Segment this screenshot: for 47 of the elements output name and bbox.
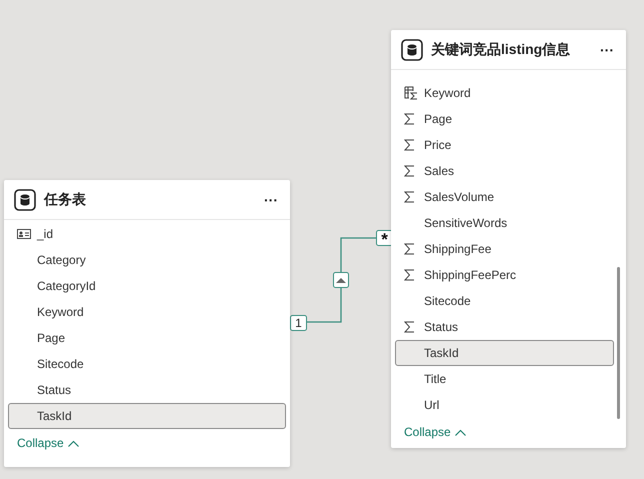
field-row[interactable]: Sitecode xyxy=(8,351,286,377)
field-row[interactable]: Keyword xyxy=(8,299,286,325)
field-row[interactable]: TaskId xyxy=(8,403,286,429)
database-icon xyxy=(14,188,36,210)
field-row[interactable]: Page xyxy=(395,106,614,132)
chevron-up-icon xyxy=(454,428,466,436)
sigma-icon xyxy=(404,269,415,281)
sigma-icon xyxy=(404,191,415,203)
field-row[interactable]: Price xyxy=(395,132,614,158)
field-row[interactable]: CategoryId xyxy=(8,273,286,299)
table-card[interactable]: 关键词竞品listing信息 ··· Keyword Page Price Sales SalesVolume SensitiveWords ShippingFee ShippingFeePerc Sitecode Status TaskId Title Url Collapse xyxy=(391,30,626,448)
relationship-line[interactable] xyxy=(306,237,377,323)
field-row[interactable]: _id xyxy=(8,221,286,247)
field-row[interactable]: Page xyxy=(8,325,286,351)
table-title: 关键词竞品listing信息 xyxy=(431,40,572,59)
sigma-icon xyxy=(404,139,415,151)
field-row[interactable]: Status xyxy=(395,314,614,340)
field-row[interactable]: ShippingFee xyxy=(395,236,614,262)
sigma-icon xyxy=(404,165,415,177)
cardinality-label: 1 xyxy=(290,315,307,331)
field-row[interactable]: Category xyxy=(8,247,286,273)
collapse-link[interactable]: Collapse xyxy=(404,423,466,441)
table-card[interactable]: 任务表 ··· _id Category CategoryId Keyword Page Sitecode Status TaskId Collapse xyxy=(4,180,290,467)
field-row[interactable]: Title xyxy=(395,366,614,392)
collapse-link[interactable]: Collapse xyxy=(17,434,79,452)
field-row[interactable]: Url xyxy=(395,392,614,418)
field-row[interactable]: ShippingFeePerc xyxy=(395,262,614,288)
database-icon xyxy=(401,38,423,60)
field-row[interactable]: Keyword xyxy=(395,80,614,106)
cardinality-label: * xyxy=(376,230,393,249)
field-row[interactable]: Sitecode xyxy=(395,288,614,314)
sigma-icon xyxy=(404,113,415,125)
more-options-button[interactable]: ··· xyxy=(264,192,278,206)
field-row[interactable]: TaskId xyxy=(395,340,614,366)
filter-direction-icon[interactable] xyxy=(333,272,349,288)
field-row[interactable]: Sales xyxy=(395,158,614,184)
sigma-icon xyxy=(404,321,415,333)
field-row[interactable]: Status xyxy=(8,377,286,403)
id-card-icon xyxy=(17,229,31,239)
table-title: 任务表 xyxy=(44,190,87,209)
scrollbar[interactable] xyxy=(617,267,620,419)
table-sigma-icon xyxy=(404,86,418,100)
sigma-icon xyxy=(404,243,415,255)
field-row[interactable]: SensitiveWords xyxy=(395,210,614,236)
field-row[interactable]: SalesVolume xyxy=(395,184,614,210)
chevron-up-icon xyxy=(68,440,79,446)
more-options-button[interactable]: ··· xyxy=(600,42,614,56)
